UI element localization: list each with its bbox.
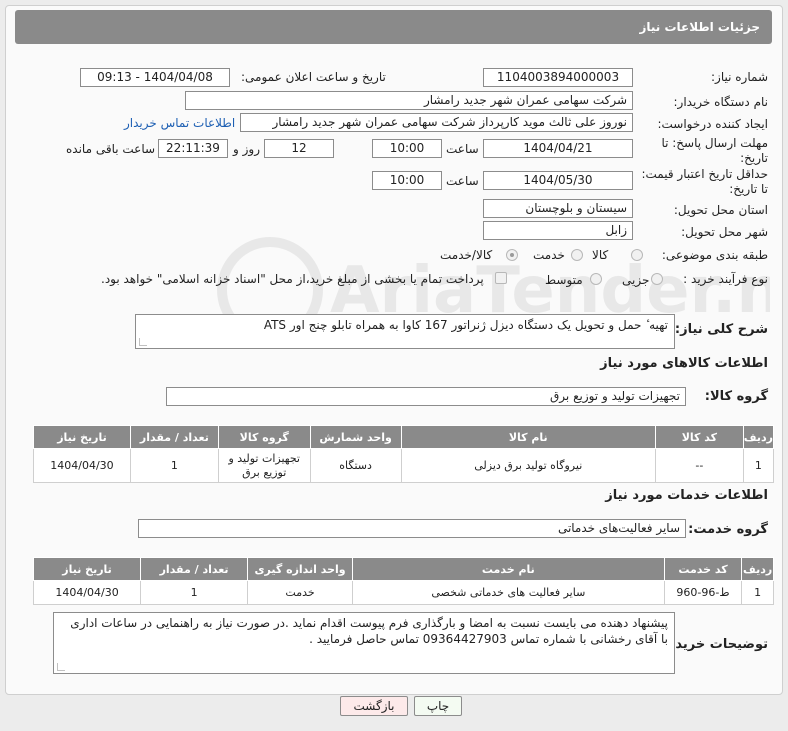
services-section-title: اطلاعات خدمات مورد نیاز xyxy=(605,488,768,503)
buyer-field: شرکت سهامی عمران شهر جدید رامشار xyxy=(185,91,633,110)
days-field: 12 xyxy=(264,139,334,158)
deadline-label: مهلت ارسال پاسخ: تا تاریخ: xyxy=(661,136,768,165)
goods-col-unit: واحد شمارش xyxy=(309,425,402,449)
buyer-label: نام دستگاه خریدار: xyxy=(673,95,769,109)
services-col-unit: واحد اندازه گیری xyxy=(247,557,354,581)
buyer-notes-textarea: پیشنهاد دهنده می بایست نسبت به امضا و با… xyxy=(53,612,675,674)
creator-field: نوروز علی ثالث موید کارپرداز شرکت سهامی … xyxy=(240,113,633,132)
days-label: روز و xyxy=(233,142,260,156)
services-cell-qty: 1 xyxy=(140,580,249,605)
services-col-code: کد خدمت xyxy=(663,557,743,581)
goods-col-name: نام کالا xyxy=(400,425,656,449)
city-field: زابل xyxy=(483,221,633,240)
creator-label: ایجاد کننده درخواست: xyxy=(657,117,768,131)
remaining-label: ساعت باقی مانده xyxy=(66,142,156,156)
page-title: جزئیات اطلاعات نیاز xyxy=(15,10,772,44)
resize-handle[interactable] xyxy=(139,338,147,346)
table-row: 1 ط-96-960 سایر فعالیت های خدماتی شخصی خ… xyxy=(32,580,774,605)
process-medium-radio[interactable] xyxy=(590,273,602,285)
treasury-checkbox[interactable] xyxy=(495,272,507,284)
goods-cell-row: 1 xyxy=(742,448,775,483)
deadline-time-label: ساعت xyxy=(446,142,479,156)
goods-group-field: تجهیزات تولید و توزیع برق xyxy=(166,387,686,406)
validity-time-field: 10:00 xyxy=(372,171,442,190)
announce-label: تاریخ و ساعت اعلان عمومی: xyxy=(241,70,386,84)
deadline-time-field: 10:00 xyxy=(372,139,442,158)
province-label: استان محل تحویل: xyxy=(673,203,768,217)
category-both-label: کالا/خدمت xyxy=(440,248,493,262)
table-row: 1 -- نیروگاه تولید برق دیزلی دستگاه تجهی… xyxy=(33,448,775,483)
services-col-date: تاریخ نیاز xyxy=(32,557,142,581)
validity-date-field: 1404/05/30 xyxy=(483,171,633,190)
resize-handle[interactable] xyxy=(57,663,65,671)
need-number-field: 1104003894000003 xyxy=(483,68,633,87)
process-minor-radio[interactable] xyxy=(651,273,663,285)
category-both-radio[interactable] xyxy=(506,249,518,261)
category-label: طبقه بندی موضوعی: xyxy=(661,248,768,262)
services-cell-name: سایر فعالیت های خدماتی شخصی xyxy=(352,580,665,605)
services-group-field: سایر فعالیت‌های خدماتی xyxy=(138,519,686,538)
goods-cell-date: 1404/04/30 xyxy=(33,448,131,483)
category-goods-label: کالا xyxy=(592,248,609,262)
process-label: نوع فرآیند خرید : xyxy=(683,272,768,286)
validity-label: حداقل تاریخ اعتبار قیمت: تا تاریخ: xyxy=(641,167,768,196)
category-goods-radio[interactable] xyxy=(631,249,643,261)
contact-info-link[interactable]: اطلاعات تماس خریدار xyxy=(124,116,235,130)
services-col-name: نام خدمت xyxy=(352,557,665,581)
goods-col-group: گروه کالا xyxy=(217,425,311,449)
description-text: تهیه ٔ حمل و تحویل یک دستگاه دیزل ژنراتو… xyxy=(263,318,668,332)
goods-col-row: ردیف xyxy=(742,425,775,449)
services-col-row: ردیف xyxy=(741,557,774,581)
description-textarea: تهیه ٔ حمل و تحویل یک دستگاه دیزل ژنراتو… xyxy=(135,314,675,349)
city-label: شهر محل تحویل: xyxy=(681,225,768,239)
remaining-field: 22:11:39 xyxy=(158,139,228,158)
goods-col-code: کد کالا xyxy=(654,425,744,449)
goods-cell-group: تجهیزات تولید و توزیع برق xyxy=(217,448,311,483)
category-service-label: خدمت xyxy=(533,248,565,262)
back-button[interactable]: بازگشت xyxy=(340,696,408,716)
validity-time-label: ساعت xyxy=(446,174,479,188)
services-col-qty: تعداد / مقدار xyxy=(140,557,249,581)
services-cell-row: 1 xyxy=(741,580,774,605)
announce-field: 1404/04/08 - 09:13 xyxy=(80,68,230,87)
process-medium-label: متوسط xyxy=(545,273,583,287)
goods-cell-name: نیروگاه تولید برق دیزلی xyxy=(400,448,656,483)
services-group-label: گروه خدمت: xyxy=(688,522,768,537)
goods-cell-unit: دستگاه xyxy=(309,448,402,483)
services-cell-date: 1404/04/30 xyxy=(32,580,142,605)
goods-table: ردیف کد کالا نام کالا واحد شمارش گروه کا… xyxy=(33,425,775,483)
need-number-label: شماره نیاز: xyxy=(711,70,768,84)
category-service-radio[interactable] xyxy=(571,249,583,261)
print-button[interactable]: چاپ xyxy=(414,696,462,716)
goods-group-label: گروه کالا: xyxy=(704,389,768,404)
process-minor-label: جزیی xyxy=(622,273,650,287)
province-field: سیستان و بلوچستان xyxy=(483,199,633,218)
deadline-date-field: 1404/04/21 xyxy=(483,139,633,158)
goods-col-qty: تعداد / مقدار xyxy=(129,425,219,449)
goods-section-title: اطلاعات کالاهای مورد نیاز xyxy=(600,356,768,371)
description-label: شرح کلی نیاز: xyxy=(674,322,768,337)
buyer-notes-text: پیشنهاد دهنده می بایست نسبت به امضا و با… xyxy=(70,616,668,646)
services-table: ردیف کد خدمت نام خدمت واحد اندازه گیری ت… xyxy=(32,557,774,605)
treasury-note: پرداخت تمام یا بخشی از مبلغ خرید،از محل … xyxy=(101,272,484,286)
goods-cell-code: -- xyxy=(654,448,744,483)
goods-cell-qty: 1 xyxy=(129,448,219,483)
goods-col-date: تاریخ نیاز xyxy=(33,425,131,449)
services-cell-unit: خدمت xyxy=(247,580,354,605)
services-cell-code: ط-96-960 xyxy=(663,580,743,605)
